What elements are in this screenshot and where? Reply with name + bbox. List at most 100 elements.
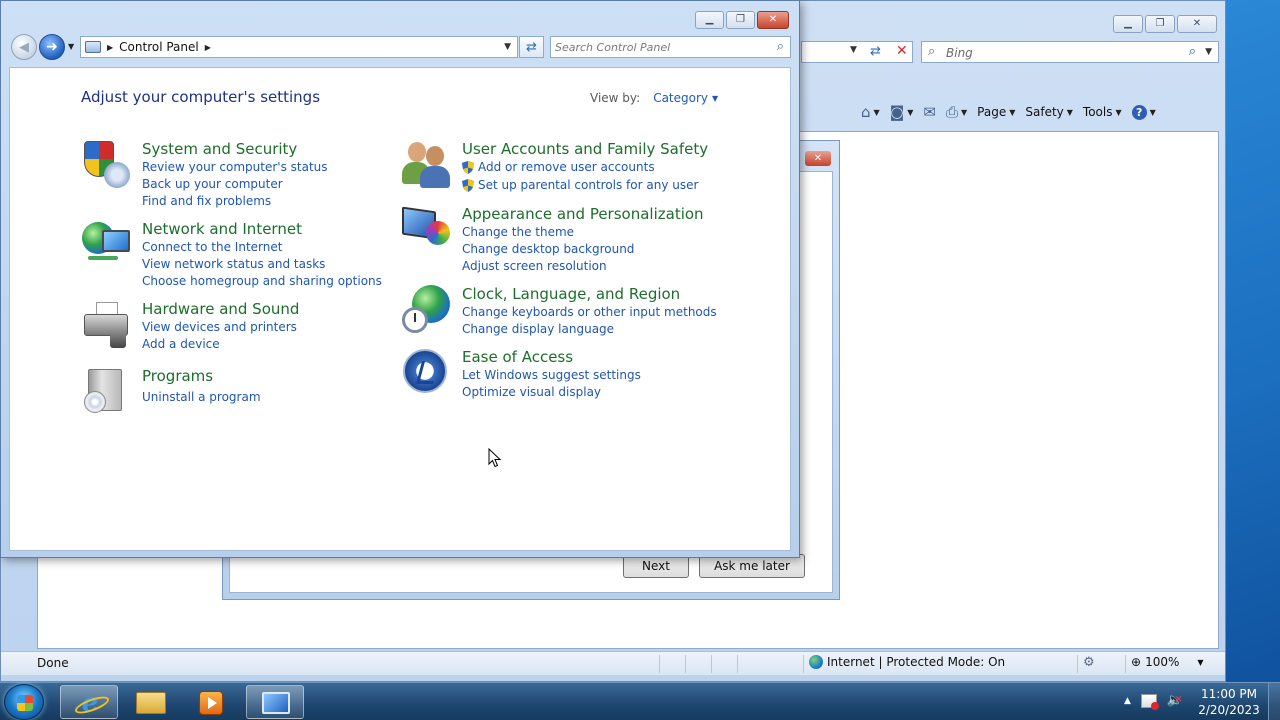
refresh-icon[interactable]: ⇄ bbox=[870, 44, 881, 59]
system-tray: ▲ 🔈 bbox=[1124, 693, 1183, 710]
ie-minimize-button[interactable]: ▁ bbox=[1113, 15, 1143, 33]
monitor-palette-icon[interactable] bbox=[402, 205, 450, 253]
arrow-left-icon: ◀ bbox=[19, 39, 29, 55]
maximize-button[interactable]: ❐ bbox=[726, 11, 755, 29]
security-shield-icon[interactable] bbox=[82, 140, 130, 188]
breadcrumb-chevron-icon[interactable]: ▶ bbox=[205, 43, 211, 52]
task-link[interactable]: Add a device bbox=[142, 336, 442, 353]
task-link[interactable]: Optimize visual display bbox=[462, 384, 762, 401]
task-link-admin[interactable]: Set up parental controls for any user bbox=[462, 177, 762, 194]
search-go-icon[interactable]: ⌕ bbox=[1189, 44, 1196, 59]
task-link[interactable]: Let Windows suggest settings bbox=[462, 367, 762, 384]
search-box[interactable]: ⌕ bbox=[550, 36, 791, 58]
chevron-down-icon[interactable]: ▼ bbox=[850, 45, 857, 55]
tools-menu[interactable]: Tools ▼ bbox=[1083, 105, 1122, 119]
page-menu[interactable]: Page ▼ bbox=[977, 105, 1015, 119]
taskbar: e ▲ 🔈 11:00 PM 2/20/2023 bbox=[0, 682, 1280, 720]
task-link-admin[interactable]: Add or remove user accounts bbox=[462, 159, 762, 176]
category-title[interactable]: System and Security bbox=[142, 140, 442, 159]
home-button[interactable]: ⌂ ▼ bbox=[861, 103, 880, 121]
security-zone[interactable]: Internet | Protected Mode: On bbox=[809, 655, 1005, 669]
category-title[interactable]: Programs bbox=[142, 367, 442, 386]
task-link[interactable]: Uninstall a program bbox=[142, 389, 442, 406]
ie-address-bar[interactable]: ▼ ⇄ ✕ bbox=[801, 41, 913, 63]
view-by-dropdown[interactable]: Category ▼ bbox=[653, 91, 718, 105]
safety-menu[interactable]: Safety ▼ bbox=[1025, 105, 1073, 119]
status-divider bbox=[1077, 655, 1078, 673]
chevron-down-icon[interactable]: ▼ bbox=[504, 42, 511, 52]
task-link[interactable]: Find and fix problems bbox=[142, 193, 442, 210]
taskbar-internet-explorer[interactable]: e bbox=[60, 685, 118, 719]
mail-button[interactable]: ✉ bbox=[923, 103, 936, 121]
task-link[interactable]: View devices and printers bbox=[142, 319, 442, 336]
search-icon[interactable]: ⌕ bbox=[777, 39, 784, 54]
status-divider bbox=[711, 655, 712, 673]
forward-button[interactable]: ➜ bbox=[39, 34, 65, 60]
stop-icon[interactable]: ✕ bbox=[896, 43, 908, 59]
task-link[interactable]: Connect to the Internet bbox=[142, 239, 442, 256]
task-link[interactable]: Choose homegroup and sharing options bbox=[142, 273, 442, 290]
category-title[interactable]: Clock, Language, and Region bbox=[462, 285, 762, 304]
recent-pages-chevron-icon[interactable]: ▼ bbox=[68, 42, 74, 51]
task-link[interactable]: Change display language bbox=[462, 321, 762, 338]
category-title[interactable]: User Accounts and Family Safety bbox=[462, 140, 762, 159]
control-panel-window: ▁ ❐ ✕ ◀ ➜ ▼ ▶ Control Panel ▶ ▼ ⇄ ⌕ Adju… bbox=[0, 0, 800, 558]
chevron-down-icon: ▼ bbox=[712, 93, 719, 103]
refresh-button[interactable]: ⇄ bbox=[519, 36, 544, 58]
task-link[interactable]: Change keyboards or other input methods bbox=[462, 304, 762, 321]
status-divider bbox=[685, 655, 686, 673]
palette-shape bbox=[426, 221, 450, 245]
head-shape bbox=[426, 146, 444, 166]
task-link[interactable]: Review your computer's status bbox=[142, 159, 442, 176]
printer-speaker-icon[interactable] bbox=[82, 300, 130, 348]
ie-close-button[interactable]: ✕ bbox=[1177, 15, 1217, 33]
users-icon[interactable] bbox=[402, 140, 450, 188]
start-button[interactable] bbox=[4, 684, 44, 720]
control-panel-content: Adjust your computer's settings View by:… bbox=[9, 67, 791, 551]
network-globe-icon[interactable] bbox=[82, 220, 130, 268]
task-link[interactable]: Change the theme bbox=[462, 224, 762, 241]
category-title[interactable]: Network and Internet bbox=[142, 220, 442, 239]
category-title[interactable]: Hardware and Sound bbox=[142, 300, 442, 319]
back-button[interactable]: ◀ bbox=[11, 34, 37, 60]
taskbar-media-player[interactable] bbox=[182, 685, 240, 719]
dialog-close-button[interactable]: ✕ bbox=[805, 151, 831, 166]
taskbar-control-panel[interactable] bbox=[246, 685, 304, 719]
chevron-down-icon[interactable]: ▼ bbox=[1205, 47, 1212, 57]
view-by-value: Category bbox=[653, 91, 709, 105]
close-button[interactable]: ✕ bbox=[757, 11, 789, 29]
task-link[interactable]: View network status and tasks bbox=[142, 256, 442, 273]
minimize-button[interactable]: ▁ bbox=[695, 11, 724, 29]
category-title[interactable]: Appearance and Personalization bbox=[462, 205, 762, 224]
task-link[interactable]: Adjust screen resolution bbox=[462, 258, 762, 275]
show-desktop-button[interactable] bbox=[1268, 683, 1280, 720]
clock-globe-icon[interactable] bbox=[402, 285, 450, 333]
programs-disc-icon[interactable] bbox=[82, 367, 130, 415]
zoom-level[interactable]: ⊕ 100% ▼ bbox=[1131, 655, 1204, 669]
task-link[interactable]: Back up your computer bbox=[142, 176, 442, 193]
zoom-value: 100% bbox=[1145, 655, 1180, 669]
show-hidden-icons-icon[interactable]: ▲ bbox=[1124, 696, 1131, 706]
ie-maximize-button[interactable]: ❐ bbox=[1145, 15, 1175, 33]
search-input[interactable] bbox=[555, 39, 765, 55]
action-center-icon[interactable] bbox=[1140, 693, 1159, 710]
protected-mode-icon[interactable]: ⚙ bbox=[1083, 655, 1095, 670]
folder-icon bbox=[136, 692, 166, 714]
control-panel-location-icon bbox=[85, 41, 101, 53]
address-bar[interactable]: ▶ Control Panel ▶ ▼ bbox=[80, 36, 518, 58]
ease-of-access-icon[interactable] bbox=[402, 348, 450, 396]
view-by: View by: Category ▼ bbox=[590, 91, 718, 105]
breadcrumb-control-panel[interactable]: Control Panel bbox=[119, 40, 199, 54]
task-link[interactable]: Change desktop background bbox=[462, 241, 762, 258]
taskbar-clock[interactable]: 11:00 PM 2/20/2023 bbox=[1196, 686, 1262, 718]
ie-search-box[interactable]: ⌕ Bing ⌕ ▼ bbox=[921, 41, 1219, 63]
help-menu[interactable]: ? ▼ bbox=[1131, 104, 1156, 120]
feeds-button[interactable]: ◙ ▼ bbox=[890, 103, 914, 121]
speaker-muted-icon[interactable]: 🔈 bbox=[1167, 693, 1183, 708]
taskbar-windows-explorer[interactable] bbox=[122, 685, 180, 719]
print-button[interactable]: ⎙ ▼ bbox=[946, 103, 967, 121]
home-icon: ⌂ bbox=[861, 103, 871, 121]
category-title[interactable]: Ease of Access bbox=[462, 348, 762, 367]
chevron-down-icon: ▼ bbox=[1115, 107, 1122, 117]
breadcrumb-chevron-icon[interactable]: ▶ bbox=[107, 43, 113, 52]
